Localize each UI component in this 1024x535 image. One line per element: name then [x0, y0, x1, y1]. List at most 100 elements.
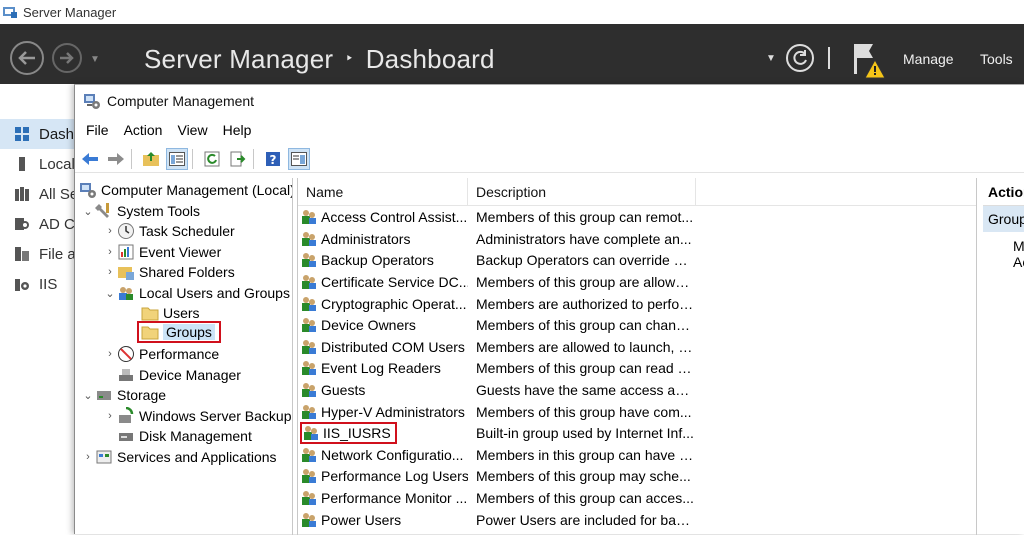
- group-name-cell[interactable]: Device Owners: [300, 316, 468, 334]
- table-row[interactable]: Backup Operators Backup Operators can ove…: [298, 250, 976, 272]
- refresh-button[interactable]: [786, 44, 814, 72]
- forward-button[interactable]: [52, 43, 82, 73]
- backup-icon: [119, 407, 134, 423]
- table-row[interactable]: Network Configuratio... Members in this g…: [298, 444, 976, 466]
- column-header-description[interactable]: Description: [468, 178, 696, 206]
- table-row[interactable]: Performance Monitor ... Members of this g…: [298, 487, 976, 509]
- group-name-cell[interactable]: Network Configuratio...: [300, 446, 468, 464]
- history-dropdown-icon[interactable]: ▼: [90, 54, 100, 65]
- action-pane-icon: [291, 151, 307, 166]
- notifications-dropdown-icon[interactable]: ▼: [766, 53, 776, 64]
- menu-help[interactable]: Help: [223, 122, 252, 138]
- tree-item-system-tools[interactable]: ⌄ System Tools: [81, 201, 200, 221]
- back-toolbar-button[interactable]: [79, 148, 101, 170]
- table-row[interactable]: Power Users Power Users are included for …: [298, 509, 976, 531]
- tools-menu[interactable]: Tools: [980, 51, 1013, 67]
- sidebar-item-local-server[interactable]: Local Server: [0, 149, 75, 179]
- back-button[interactable]: [10, 41, 44, 75]
- table-row[interactable]: Event Log Readers Members of this group c…: [298, 358, 976, 380]
- help-icon: ?: [266, 151, 280, 167]
- menu-file[interactable]: File: [86, 122, 109, 138]
- group-name-cell[interactable]: Guests: [300, 381, 468, 399]
- tree-item-performance[interactable]: › Performance: [103, 344, 219, 364]
- chevron-down-icon[interactable]: ⌄: [81, 205, 95, 218]
- tree-label: Shared Folders: [139, 264, 235, 280]
- chevron-down-icon[interactable]: ⌄: [81, 389, 95, 402]
- tree-item-groups[interactable]: Groups: [137, 321, 221, 343]
- group-name-cell[interactable]: Distributed COM Users: [300, 338, 468, 356]
- chevron-right-icon[interactable]: ›: [103, 410, 117, 422]
- group-name-cell[interactable]: Cryptographic Operat...: [300, 295, 468, 313]
- sidebar-item-iis[interactable]: IIS: [0, 269, 75, 299]
- device-manager-icon: [119, 369, 133, 381]
- tree-item-services-applications[interactable]: › Services and Applications: [81, 447, 276, 467]
- group-icon: [304, 426, 318, 441]
- chevron-right-icon[interactable]: ›: [81, 451, 95, 463]
- group-name: Cryptographic Operat...: [321, 295, 467, 312]
- tree-item-users[interactable]: Users: [141, 303, 200, 323]
- sidebar-item-all-servers[interactable]: All Servers: [0, 179, 75, 209]
- cm-titlebar: Computer Management: [75, 85, 1024, 117]
- group-name-cell[interactable]: Hyper-V Administrators: [300, 403, 468, 421]
- group-name: Event Log Readers: [321, 360, 441, 377]
- table-row[interactable]: Distributed COM Users Members are allowed…: [298, 336, 976, 358]
- group-name-cell[interactable]: Performance Monitor ...: [300, 489, 468, 507]
- action-pane-toggle-button[interactable]: [288, 147, 310, 170]
- chevron-right-icon[interactable]: ›: [103, 266, 117, 278]
- group-name-cell[interactable]: IIS_IUSRS: [300, 422, 468, 445]
- export-list-button[interactable]: [227, 148, 249, 170]
- tree-item-task-scheduler[interactable]: › Task Scheduler: [103, 221, 235, 241]
- sidebar-item-dashboard[interactable]: Dashboard: [0, 119, 75, 149]
- group-name: Access Control Assist...: [321, 209, 468, 226]
- sidebar-item-file-storage[interactable]: File and Storage Services: [0, 239, 75, 269]
- tree-item-device-manager[interactable]: Device Manager: [117, 365, 241, 385]
- up-level-button[interactable]: [140, 148, 162, 170]
- group-name-cell[interactable]: Certificate Service DC...: [300, 273, 468, 291]
- chevron-down-icon[interactable]: ⌄: [103, 287, 117, 300]
- sidebar-item-ad-cs[interactable]: AD CS: [0, 209, 75, 239]
- group-name-cell[interactable]: Event Log Readers: [300, 359, 468, 377]
- group-name-cell[interactable]: Backup Operators: [300, 251, 468, 269]
- show-hide-tree-button[interactable]: [166, 147, 188, 170]
- chevron-right-icon[interactable]: ›: [103, 225, 117, 237]
- table-row[interactable]: Certificate Service DC... Members of this…: [298, 271, 976, 293]
- group-icon: [302, 512, 316, 527]
- notification-flag-icon[interactable]: [850, 40, 890, 80]
- tree-item-disk-management[interactable]: Disk Management: [117, 426, 252, 446]
- tree-item-local-users-groups[interactable]: ⌄ Local Users and Groups: [103, 283, 290, 303]
- chevron-right-icon[interactable]: ›: [103, 348, 117, 360]
- menu-view[interactable]: View: [177, 122, 207, 138]
- tree-item-computer-management[interactable]: Computer Management (Local): [79, 180, 292, 200]
- table-row[interactable]: IIS_IUSRS Built-in group used by Internet…: [298, 422, 976, 445]
- group-name-cell[interactable]: Performance Log Users: [300, 467, 468, 485]
- table-row[interactable]: Access Control Assist... Members of this …: [298, 207, 976, 229]
- tree-item-windows-server-backup[interactable]: › Windows Server Backup: [103, 406, 292, 426]
- table-row[interactable]: Device Owners Members of this group can c…: [298, 315, 976, 337]
- tree-item-event-viewer[interactable]: › Event Viewer: [103, 242, 221, 262]
- group-name-cell[interactable]: Access Control Assist...: [300, 208, 468, 226]
- table-row[interactable]: Guests Guests have the same access as m..…: [298, 379, 976, 401]
- menu-action[interactable]: Action: [124, 122, 163, 138]
- tree-label: Performance: [139, 346, 220, 362]
- table-row[interactable]: Administrators Administrators have comple…: [298, 228, 976, 250]
- forward-toolbar-button[interactable]: [105, 148, 127, 170]
- group-name: Performance Log Users: [321, 468, 468, 485]
- more-actions-link[interactable]: More Actions: [1013, 238, 1024, 270]
- iis-icon: [15, 279, 29, 291]
- group-name: Network Configuratio...: [321, 446, 464, 463]
- table-row[interactable]: Performance Log Users Members of this gro…: [298, 466, 976, 488]
- group-name-cell[interactable]: Power Users: [300, 511, 468, 529]
- table-row[interactable]: Hyper-V Administrators Members of this gr…: [298, 401, 976, 423]
- group-description: Members are allowed to launch, a...: [476, 338, 694, 355]
- column-header-name[interactable]: Name: [298, 178, 468, 206]
- chevron-right-icon[interactable]: ›: [103, 246, 117, 258]
- help-button[interactable]: ?: [262, 148, 284, 170]
- actions-groups-section[interactable]: Groups: [983, 206, 1024, 232]
- manage-menu[interactable]: Manage: [903, 51, 954, 67]
- group-icon: [302, 361, 316, 376]
- tree-item-shared-folders[interactable]: › Shared Folders: [103, 262, 235, 282]
- table-row[interactable]: Cryptographic Operat... Members are autho…: [298, 293, 976, 315]
- refresh-toolbar-button[interactable]: [201, 148, 223, 170]
- group-name-cell[interactable]: Administrators: [300, 230, 468, 248]
- tree-item-storage[interactable]: ⌄ Storage: [81, 385, 166, 405]
